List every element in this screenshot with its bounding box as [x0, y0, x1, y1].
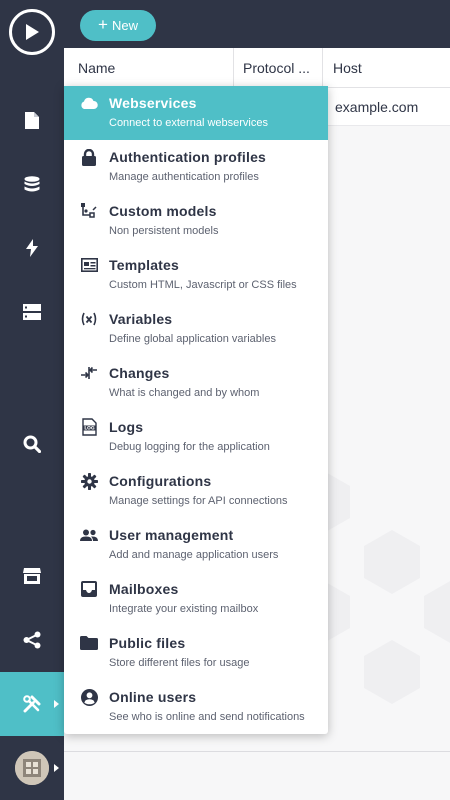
store-icon [23, 568, 41, 584]
tools-icon [23, 695, 41, 713]
menu-item-subtitle: See who is online and send notifications [109, 711, 305, 723]
caret-right-icon [54, 700, 59, 708]
menu-item-subtitle: Manage settings for API connections [109, 495, 288, 507]
user-circle-icon [80, 688, 98, 706]
changes-icon [80, 364, 98, 382]
inbox-icon [80, 580, 98, 598]
sidebar [0, 0, 64, 800]
menu-item-subtitle: What is changed and by whom [109, 387, 260, 399]
menu-item-public-files[interactable]: Public files Store different files for u… [64, 626, 328, 680]
folder-icon [80, 634, 98, 652]
sidebar-item-database[interactable] [0, 152, 64, 216]
new-button-label: New [111, 18, 138, 33]
menu-item-webservices[interactable]: Webservices Connect to external webservi… [64, 86, 328, 140]
model-icon [80, 202, 98, 220]
menu-item-subtitle: Connect to external webservices [109, 117, 268, 129]
menu-item-title: Logs [109, 419, 144, 435]
play-logo-icon [9, 9, 55, 55]
settings-menu: Webservices Connect to external webservi… [64, 86, 328, 734]
table-header: Name Protocol ... Host [64, 48, 450, 88]
menu-item-title: Configurations [109, 473, 212, 489]
home-button[interactable] [0, 0, 64, 64]
menu-item-custom-models[interactable]: Custom models Non persistent models [64, 194, 328, 248]
menu-item-subtitle: Custom HTML, Javascript or CSS files [109, 279, 297, 291]
footer-divider [64, 751, 450, 752]
menu-item-subtitle: Add and manage application users [109, 549, 279, 561]
menu-item-authentication-profiles[interactable]: Authentication profiles Manage authentic… [64, 140, 328, 194]
menu-item-changes[interactable]: Changes What is changed and by whom [64, 356, 328, 410]
menu-item-title: Variables [109, 311, 173, 327]
variable-icon [80, 310, 98, 328]
file-icon [25, 111, 39, 129]
share-icon [23, 631, 41, 649]
sidebar-item-pages[interactable] [0, 88, 64, 152]
menu-item-online-users[interactable]: Online users See who is online and send … [64, 680, 328, 734]
menu-item-title: Templates [109, 257, 180, 273]
menu-item-title: Changes [109, 365, 170, 381]
menu-item-title: Online users [109, 689, 197, 705]
sidebar-item-share[interactable] [0, 608, 64, 672]
sidebar-item-tools[interactable] [0, 672, 64, 736]
menu-item-user-management[interactable]: User management Add and manage applicati… [64, 518, 328, 572]
menu-item-title: Authentication profiles [109, 149, 267, 165]
menu-item-templates[interactable]: Templates Custom HTML, Javascript or CSS… [64, 248, 328, 302]
caret-right-icon [54, 764, 59, 772]
user-avatar-button[interactable] [0, 736, 64, 800]
search-icon [23, 435, 41, 453]
lock-icon [80, 148, 98, 166]
menu-item-subtitle: Debug logging for the application [109, 441, 270, 453]
menu-item-subtitle: Non persistent models [109, 225, 219, 237]
menu-item-title: Custom models [109, 203, 217, 219]
menu-item-subtitle: Define global application variables [109, 333, 276, 345]
sidebar-item-store[interactable] [0, 544, 64, 608]
menu-item-subtitle: Integrate your existing mailbox [109, 603, 259, 615]
host-cell: example.com [335, 99, 419, 115]
top-bar: + New [64, 0, 450, 48]
plus-icon: + [98, 15, 108, 34]
sidebar-item-actions[interactable] [0, 216, 64, 280]
menu-item-subtitle: Store different files for usage [109, 657, 250, 669]
menu-item-logs[interactable]: LOG Logs Debug logging for the applicati… [64, 410, 328, 464]
database-icon [24, 175, 40, 193]
sidebar-item-search[interactable] [0, 412, 64, 476]
sidebar-item-servers[interactable] [0, 280, 64, 344]
menu-item-title: User management [109, 527, 234, 543]
users-icon [80, 526, 98, 544]
cloud-icon [80, 94, 98, 112]
log-icon: LOG [80, 418, 98, 436]
column-header-host[interactable]: Host [323, 48, 450, 88]
menu-item-subtitle: Manage authentication profiles [109, 171, 259, 183]
gear-icon [80, 472, 98, 490]
lightning-icon [26, 239, 38, 257]
menu-item-title: Webservices [109, 95, 197, 111]
menu-item-title: Mailboxes [109, 581, 179, 597]
column-header-protocol[interactable]: Protocol ... [234, 48, 323, 88]
svg-text:LOG: LOG [84, 426, 95, 432]
new-button[interactable]: + New [80, 10, 156, 41]
menu-item-title: Public files [109, 635, 186, 651]
template-icon [80, 256, 98, 274]
menu-item-mailboxes[interactable]: Mailboxes Integrate your existing mailbo… [64, 572, 328, 626]
column-header-name[interactable]: Name [64, 48, 234, 88]
server-icon [23, 304, 41, 320]
avatar [15, 751, 49, 785]
menu-item-variables[interactable]: Variables Define global application vari… [64, 302, 328, 356]
menu-item-configurations[interactable]: Configurations Manage settings for API c… [64, 464, 328, 518]
